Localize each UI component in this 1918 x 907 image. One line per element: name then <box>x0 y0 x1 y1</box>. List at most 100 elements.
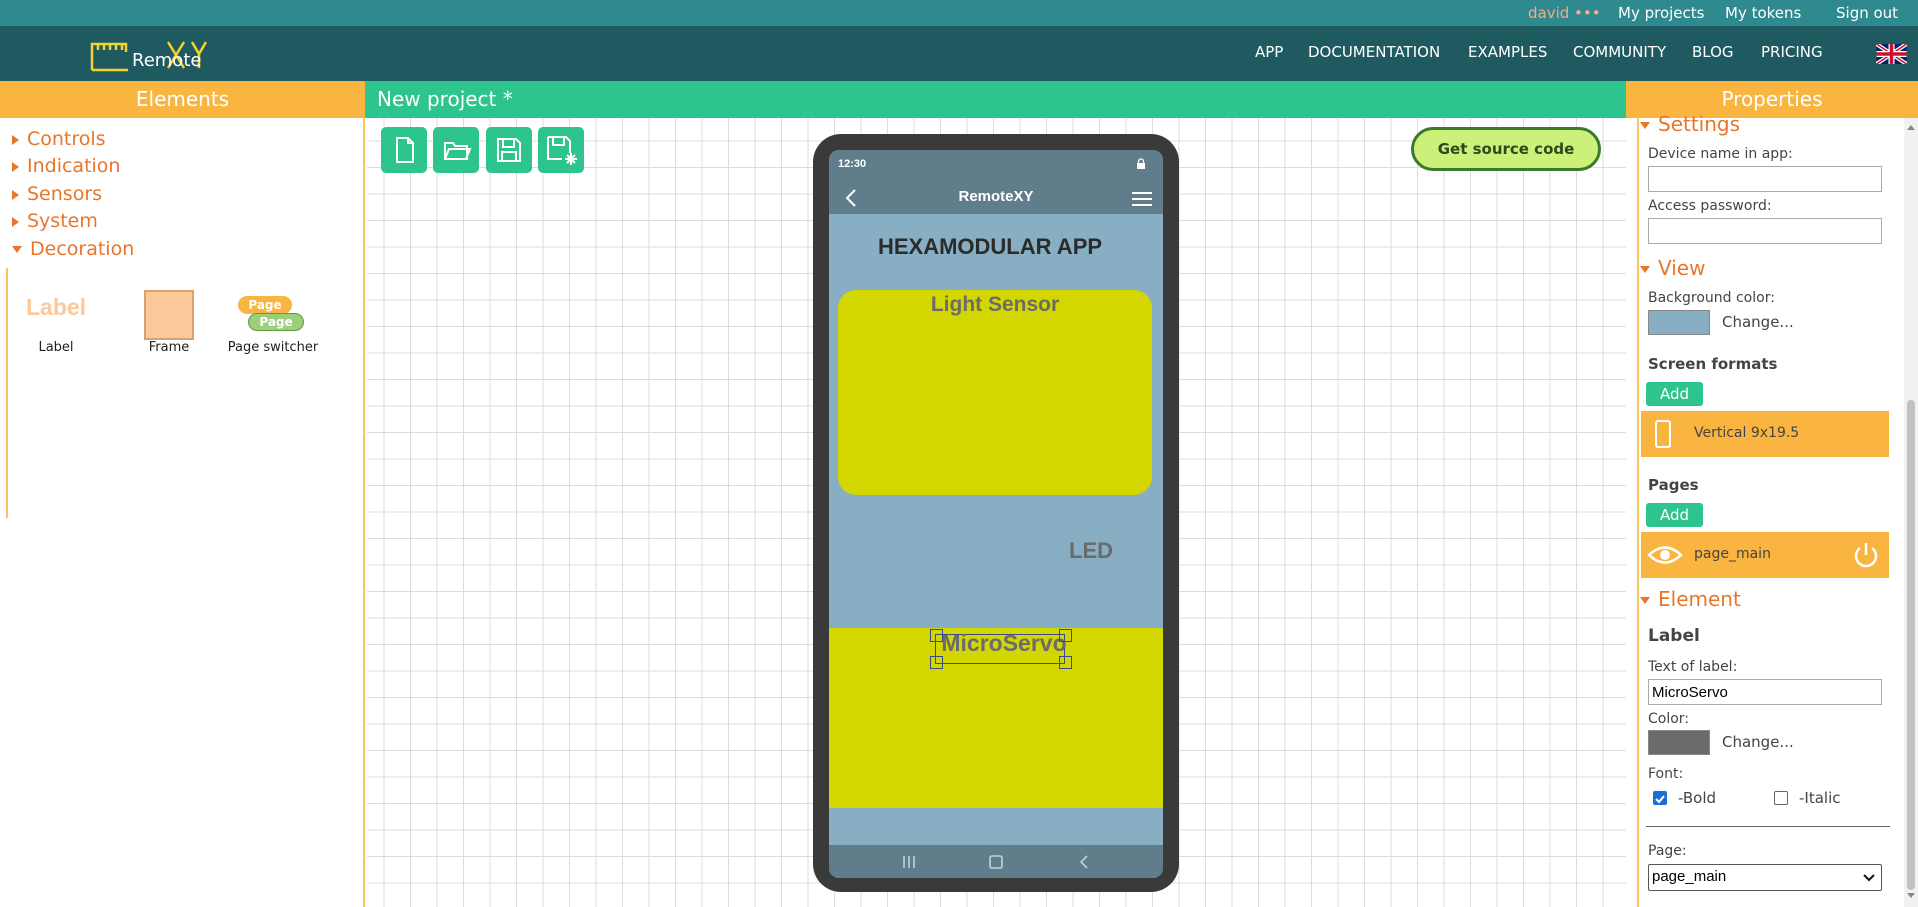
top-bar: david ••• My projects My tokens Sign out <box>0 0 1918 26</box>
device-name-input[interactable] <box>1648 166 1882 192</box>
page-select[interactable]: page_main <box>1648 864 1882 891</box>
sign-out-link[interactable]: Sign out <box>1836 4 1898 22</box>
bold-label: -Bold <box>1678 789 1717 807</box>
open-project-button[interactable] <box>433 127 479 173</box>
page-item[interactable]: page_main <box>1641 532 1889 578</box>
label-tool[interactable]: Label <box>26 294 86 328</box>
hamburger-menu-icon[interactable] <box>1131 190 1153 208</box>
nav-community[interactable]: COMMUNITY <box>1573 43 1666 61</box>
phone-screen[interactable]: 12:30 RemoteXY HEXAMODULAR APP Light Sen… <box>829 150 1163 878</box>
new-project-button[interactable] <box>381 127 427 173</box>
page-name-label: page_main <box>1694 546 1771 562</box>
phone-app-bar: RemoteXY <box>829 182 1163 214</box>
scroll-up-icon[interactable] <box>1906 123 1916 131</box>
save-as-icon <box>547 136 577 165</box>
background-color-swatch[interactable] <box>1648 310 1710 335</box>
section-title: Element <box>1658 587 1741 611</box>
text-of-label-input[interactable] <box>1648 679 1882 705</box>
elements-panel: Controls Indication Sensors System Decor… <box>0 118 365 907</box>
settings-section-header[interactable]: Settings <box>1640 112 1740 136</box>
page-tab-preview: Page <box>238 296 292 314</box>
italic-checkbox[interactable] <box>1774 791 1788 805</box>
resize-handle[interactable] <box>930 629 943 642</box>
device-name-label: Device name in app: <box>1648 146 1793 162</box>
heading-label[interactable]: HEXAMODULAR APP <box>829 234 1151 260</box>
category-label: Controls <box>27 128 106 150</box>
collapse-arrow-icon <box>1640 122 1650 129</box>
resize-handle[interactable] <box>1059 656 1072 669</box>
font-label: Font: <box>1648 766 1684 782</box>
change-background-color-link[interactable]: Change... <box>1722 313 1794 331</box>
expand-arrow-icon <box>12 161 19 172</box>
add-page-button[interactable]: Add <box>1646 503 1703 527</box>
element-section-header[interactable]: Element <box>1640 587 1741 611</box>
background-color-label: Background color: <box>1648 290 1775 306</box>
scroll-down-icon[interactable] <box>1906 892 1916 900</box>
my-projects-link[interactable]: My projects <box>1618 4 1704 22</box>
resize-handle[interactable] <box>1059 629 1072 642</box>
power-icon[interactable] <box>1851 540 1881 570</box>
panel-divider <box>1637 118 1639 907</box>
light-sensor-frame[interactable] <box>838 290 1152 495</box>
phone-nav-bar <box>829 845 1163 878</box>
page-switcher-tool[interactable]: Page Page <box>238 296 304 336</box>
save-as-button[interactable] <box>538 127 584 173</box>
category-decoration[interactable]: Decoration <box>12 238 134 260</box>
nav-examples[interactable]: EXAMPLES <box>1468 43 1547 61</box>
open-folder-icon <box>444 142 472 160</box>
category-sensors[interactable]: Sensors <box>12 183 102 205</box>
phone-portrait-icon <box>1655 420 1671 448</box>
pages-label: Pages <box>1648 476 1699 494</box>
properties-scrollbar[interactable] <box>1904 118 1918 907</box>
category-system[interactable]: System <box>12 210 98 232</box>
nav-pricing[interactable]: PRICING <box>1761 43 1823 61</box>
category-controls[interactable]: Controls <box>12 128 106 150</box>
back-icon <box>1079 855 1088 869</box>
expand-arrow-icon <box>12 189 19 200</box>
user-menu[interactable]: david ••• <box>1528 4 1601 22</box>
get-source-code-button[interactable]: Get source code <box>1411 127 1601 171</box>
category-indication[interactable]: Indication <box>12 155 120 177</box>
access-password-label: Access password: <box>1648 198 1772 214</box>
nav-documentation[interactable]: DOCUMENTATION <box>1308 43 1440 61</box>
access-password-input[interactable] <box>1648 218 1882 244</box>
italic-label: -Italic <box>1799 789 1841 807</box>
page-select-label: Page: <box>1648 843 1687 859</box>
section-title: Settings <box>1658 112 1741 136</box>
expand-arrow-icon <box>12 216 19 227</box>
screen-format-label: Vertical 9x19.5 <box>1694 425 1800 441</box>
remotexy-logo[interactable]: Remote <box>88 36 218 76</box>
resize-handle[interactable] <box>930 656 943 669</box>
frame-tool-caption: Frame <box>148 340 190 355</box>
led-label[interactable]: LED <box>1069 538 1113 564</box>
save-icon <box>497 138 521 162</box>
screen-format-item[interactable]: Vertical 9x19.5 <box>1641 411 1889 457</box>
eye-icon[interactable] <box>1647 542 1683 568</box>
page-tab-preview: Page <box>248 313 304 331</box>
checkmark-icon <box>1655 795 1665 804</box>
screen-formats-label: Screen formats <box>1648 355 1778 373</box>
elements-header: Elements <box>0 81 365 118</box>
frame-tool[interactable] <box>144 290 194 340</box>
chevron-down-icon <box>1863 874 1875 882</box>
add-screen-format-button[interactable]: Add <box>1646 382 1703 406</box>
element-color-swatch[interactable] <box>1648 730 1710 755</box>
page-switcher-tool-caption: Page switcher <box>227 340 319 355</box>
category-label: System <box>27 210 98 232</box>
uk-flag-icon[interactable] <box>1876 44 1907 64</box>
light-sensor-label[interactable]: Light Sensor <box>838 293 1152 317</box>
view-section-header[interactable]: View <box>1640 256 1705 280</box>
save-project-button[interactable] <box>486 127 532 173</box>
nav-app[interactable]: APP <box>1255 43 1283 61</box>
section-title: View <box>1658 256 1706 280</box>
collapse-arrow-icon <box>1640 597 1650 604</box>
bold-checkbox[interactable] <box>1653 791 1667 805</box>
my-tokens-link[interactable]: My tokens <box>1725 4 1801 22</box>
collapse-arrow-icon <box>1640 266 1650 273</box>
expand-arrow-icon <box>12 134 19 145</box>
micro-servo-label[interactable]: MicroServo <box>929 630 1079 657</box>
nav-blog[interactable]: BLOG <box>1692 43 1734 61</box>
change-element-color-link[interactable]: Change... <box>1722 733 1794 751</box>
scrollbar-thumb[interactable] <box>1907 400 1915 890</box>
page-select-value: page_main <box>1652 868 1727 885</box>
